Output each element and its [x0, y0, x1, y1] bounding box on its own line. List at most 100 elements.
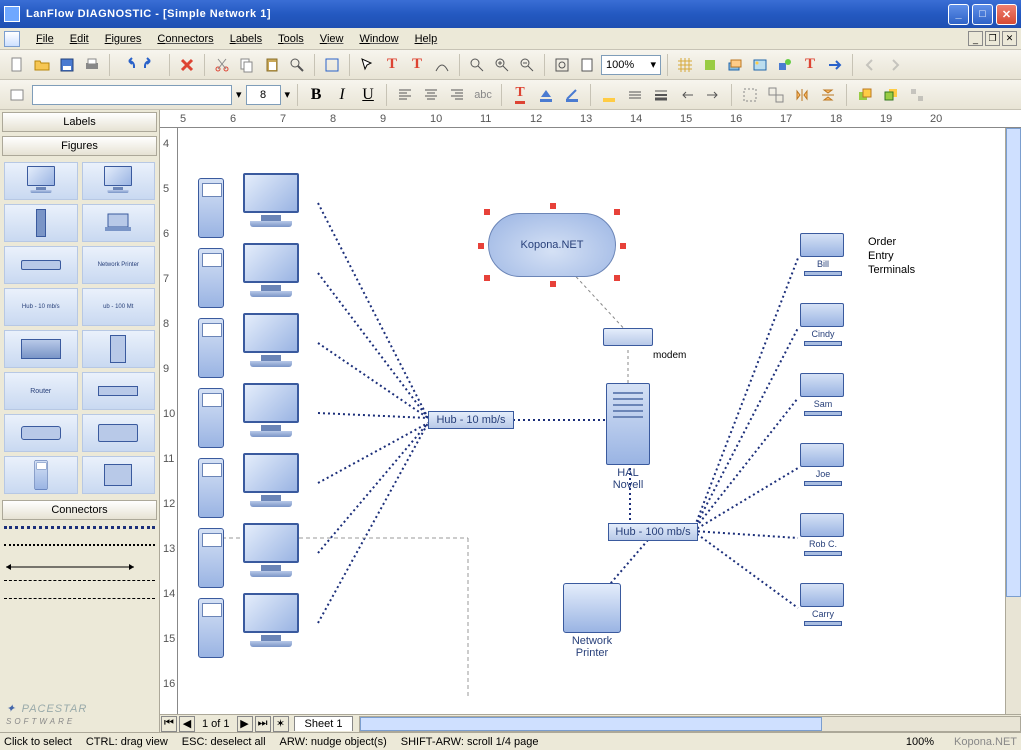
phone-7[interactable]	[198, 598, 224, 658]
textcolor-button[interactable]: T	[509, 84, 531, 106]
flip-h[interactable]	[791, 84, 813, 106]
phone-3[interactable]	[198, 318, 224, 378]
linecolor-button[interactable]	[561, 84, 583, 106]
fwd-nav[interactable]	[884, 54, 906, 76]
fig-hub100[interactable]: ub - 100 Mt	[82, 288, 156, 326]
cut-button[interactable]	[211, 54, 233, 76]
hub-10[interactable]: Hub - 10 mb/s	[428, 411, 514, 429]
menu-tools[interactable]: Tools	[270, 31, 312, 47]
terminal-robc[interactable]: Rob C.	[800, 513, 846, 565]
copy-button[interactable]	[236, 54, 258, 76]
align-button[interactable]	[906, 84, 928, 106]
sheet-next[interactable]: ▶	[237, 716, 253, 732]
align-right[interactable]	[446, 84, 468, 106]
phone-1[interactable]	[198, 178, 224, 238]
zoom-in-button[interactable]	[491, 54, 513, 76]
conn-dashdot[interactable]	[4, 598, 155, 608]
fig-router[interactable]: Router	[4, 372, 78, 410]
layers-button[interactable]	[724, 54, 746, 76]
workstation-6[interactable]	[238, 523, 304, 583]
modem[interactable]	[603, 328, 653, 346]
workstation-7[interactable]	[238, 593, 304, 653]
conn-dots[interactable]	[4, 544, 155, 554]
bold-button[interactable]: B	[305, 84, 327, 106]
fig-switch[interactable]	[82, 372, 156, 410]
zoom-page-button[interactable]	[576, 54, 598, 76]
image-button[interactable]	[749, 54, 771, 76]
phone-2[interactable]	[198, 248, 224, 308]
highlight-button[interactable]	[598, 84, 620, 106]
find-button[interactable]	[286, 54, 308, 76]
hub-100[interactable]: Hub - 100 mb/s	[608, 523, 698, 541]
select-tool[interactable]	[356, 54, 378, 76]
server-tower[interactable]: HALNovell	[606, 383, 650, 491]
italic-button[interactable]: I	[331, 84, 353, 106]
fig-computer[interactable]	[4, 162, 78, 200]
shapes-button[interactable]	[774, 54, 796, 76]
fullscreen-button[interactable]	[321, 54, 343, 76]
menu-help[interactable]: Help	[407, 31, 446, 47]
figures-header[interactable]: Figures	[2, 136, 157, 156]
maximize-button[interactable]: □	[972, 4, 993, 25]
menu-file[interactable]: File	[28, 31, 62, 47]
diagram-canvas[interactable]: Kopona.NET modem HALNovell	[178, 128, 1005, 714]
lineweight-button[interactable]	[650, 84, 672, 106]
network-printer[interactable]: NetworkPrinter	[563, 583, 621, 659]
conn-dash[interactable]	[4, 580, 155, 590]
fig-laptop[interactable]	[82, 204, 156, 242]
linestyle-button[interactable]	[624, 84, 646, 106]
close-button[interactable]: ✕	[996, 4, 1017, 25]
menu-connectors[interactable]: Connectors	[149, 31, 221, 47]
sheet-last[interactable]: ⏭	[255, 716, 271, 732]
fig-disk[interactable]	[4, 414, 78, 452]
fig-server[interactable]	[82, 162, 156, 200]
save-button[interactable]	[56, 54, 78, 76]
minimize-button[interactable]: _	[948, 4, 969, 25]
fig-rack[interactable]	[4, 330, 78, 368]
workstation-4[interactable]	[238, 383, 304, 443]
print-button[interactable]	[81, 54, 103, 76]
conn-arrow[interactable]	[4, 562, 155, 572]
underline-button[interactable]: U	[357, 84, 379, 106]
abc-button[interactable]: abc	[472, 84, 494, 106]
delete-button[interactable]	[176, 54, 198, 76]
group-button[interactable]	[739, 84, 761, 106]
horizontal-scrollbar[interactable]	[359, 716, 1021, 732]
conn-dots-heavy[interactable]	[4, 526, 155, 536]
fig-hub10[interactable]: Hub - 10 mb/s	[4, 288, 78, 326]
zoom-out-button[interactable]	[516, 54, 538, 76]
workstation-3[interactable]	[238, 313, 304, 373]
connectors-header[interactable]: Connectors	[2, 500, 157, 520]
phone-5[interactable]	[198, 458, 224, 518]
text-tool[interactable]: T	[381, 54, 403, 76]
workstation-5[interactable]	[238, 453, 304, 513]
sheet-first[interactable]: ⏮	[161, 716, 177, 732]
undo-button[interactable]	[116, 54, 138, 76]
text-tool-2[interactable]: T	[406, 54, 428, 76]
fig-mainframe[interactable]	[82, 330, 156, 368]
snap-button[interactable]	[699, 54, 721, 76]
terminal-bill[interactable]: Bill	[800, 233, 846, 285]
mdi-minimize[interactable]: _	[968, 31, 983, 46]
back-nav[interactable]	[859, 54, 881, 76]
text-drop-button[interactable]: T	[799, 54, 821, 76]
menu-window[interactable]: Window	[351, 31, 406, 47]
mdi-restore[interactable]: ❐	[985, 31, 1000, 46]
style-drop[interactable]	[6, 84, 28, 106]
zoom-tool[interactable]	[466, 54, 488, 76]
menu-view[interactable]: View	[312, 31, 352, 47]
workstation-1[interactable]	[238, 173, 304, 233]
redo-button[interactable]	[141, 54, 163, 76]
vertical-scrollbar[interactable]	[1005, 128, 1021, 714]
flip-v[interactable]	[817, 84, 839, 106]
zoom-fit-button[interactable]	[551, 54, 573, 76]
open-button[interactable]	[31, 54, 53, 76]
menu-labels[interactable]: Labels	[222, 31, 270, 47]
sheet-add[interactable]: ✶	[273, 716, 289, 732]
terminal-carry[interactable]: Carry	[800, 583, 846, 635]
arrow-end[interactable]	[702, 84, 724, 106]
sheet-prev[interactable]: ◀	[179, 716, 195, 732]
phone-4[interactable]	[198, 388, 224, 448]
font-size-combo[interactable]	[246, 85, 281, 105]
ungroup-button[interactable]	[765, 84, 787, 106]
